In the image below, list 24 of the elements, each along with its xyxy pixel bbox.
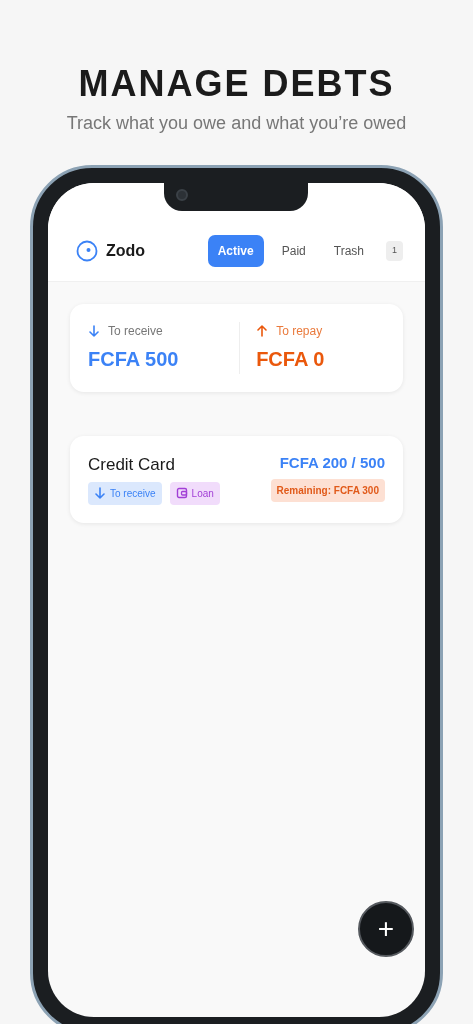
summary-label: To receive: [108, 323, 163, 340]
summary-label: To repay: [276, 323, 323, 340]
arrow-down-icon: [94, 487, 106, 499]
debt-name: Credit Card: [88, 454, 176, 476]
logo-icon: [76, 240, 98, 262]
progress-amount: FCFA 200 / 500: [279, 453, 385, 473]
tab[interactable]: Trash: [323, 235, 374, 267]
arrow-down-icon: [88, 325, 100, 337]
debt-card[interactable]: Credit Card To receive Loan FCFA 200 / 500 Remaining: FCFA 300: [70, 436, 403, 523]
tag-label: To receive: [110, 486, 156, 501]
camera-icon: [176, 189, 188, 201]
summary-amount: FCFA 500: [88, 347, 180, 372]
headline: MANAGE DEBTS: [77, 62, 396, 106]
arrow-up-icon: [256, 325, 269, 337]
add-button[interactable]: +: [358, 901, 414, 957]
trash-count: 1: [386, 241, 403, 261]
subtitle: Track what you owe and what you’re owed: [65, 112, 408, 135]
tab[interactable]: Active: [207, 235, 264, 267]
wallet-icon: [175, 487, 188, 499]
tag-label: Loan: [191, 486, 214, 501]
summary-amount: FCFA 0: [256, 347, 326, 372]
app-name: Zodo: [106, 241, 146, 261]
tab[interactable]: Paid: [271, 235, 316, 267]
remaining-amount: Remaining: FCFA 300: [270, 478, 385, 502]
